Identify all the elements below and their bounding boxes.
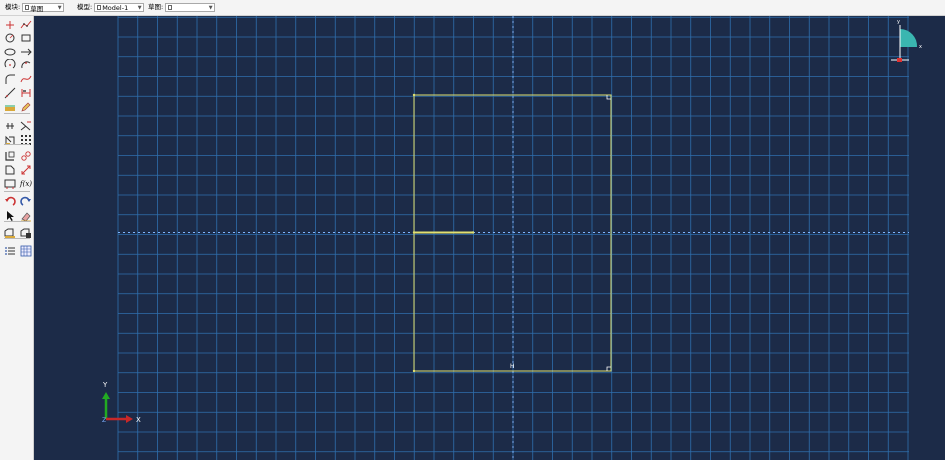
- fx-icon[interactable]: f(x): [20, 178, 32, 190]
- undo-icon[interactable]: [4, 196, 16, 208]
- redo-icon[interactable]: [20, 196, 32, 208]
- sketch-canvas[interactable]: H y x Y X Z: [34, 16, 945, 460]
- triad-y-label: Y: [102, 381, 108, 389]
- dimension-icon[interactable]: [20, 87, 32, 99]
- list-icon[interactable]: [4, 245, 16, 257]
- context-bar: 模块: 草图 ▼ 模型: Model-1 ▼ 草图: ▼: [0, 0, 945, 16]
- sketch-select-icon: [168, 5, 173, 10]
- scale-icon[interactable]: [20, 150, 32, 162]
- stretch-icon[interactable]: [20, 164, 32, 176]
- compass-x-label: x: [919, 44, 922, 50]
- circle-icon[interactable]: [4, 32, 16, 44]
- arc-three-point-icon[interactable]: [20, 59, 32, 71]
- vertex-line-start[interactable]: [412, 231, 416, 234]
- grid-icon[interactable]: [20, 245, 32, 257]
- toolbox-row: [4, 87, 32, 99]
- compass-origin: [897, 58, 902, 62]
- module-select[interactable]: 草图 ▼: [22, 3, 65, 13]
- triad-x-label: X: [136, 416, 141, 424]
- model-label: 模型:: [77, 3, 93, 11]
- fx-label: f(x): [20, 180, 33, 188]
- ellipse-icon[interactable]: [4, 46, 16, 58]
- toolbox-row: [4, 120, 32, 132]
- global-triad: Y X Z: [102, 381, 141, 424]
- toolbox-row: f(x): [4, 178, 32, 190]
- sketch-select[interactable]: ▼: [165, 3, 216, 12]
- module-select-value: 草图: [30, 4, 44, 13]
- compass-quarter: [900, 28, 918, 47]
- constraint-icon[interactable]: [4, 120, 16, 132]
- perpendicular-marker-bottom: [606, 366, 611, 371]
- compass-y-label: y: [897, 19, 900, 25]
- module-field: 模块: 草图 ▼: [5, 3, 65, 13]
- triad-x-arrowhead: [126, 415, 133, 423]
- point-icon[interactable]: [4, 19, 16, 31]
- model-field: 模型: Model-1 ▼: [77, 3, 145, 12]
- perpendicular-marker-top: [606, 95, 611, 100]
- auto-dimension-icon[interactable]: [20, 120, 32, 132]
- edit-icon[interactable]: [20, 101, 32, 113]
- horizontal-constraint-label: H: [510, 363, 515, 370]
- fillet-icon[interactable]: [4, 73, 16, 85]
- module-label: 模块:: [5, 3, 21, 11]
- triad-y-arrowhead: [102, 392, 110, 399]
- chevron-down-icon[interactable]: ▼: [56, 4, 63, 11]
- model-select-icon: [97, 5, 102, 10]
- toolbox-row: [4, 164, 32, 176]
- arc-center-icon[interactable]: [4, 58, 16, 71]
- triad-z-label: Z: [102, 417, 106, 424]
- chevron-down-icon[interactable]: ▼: [136, 4, 143, 11]
- toolbox-row: [4, 46, 32, 58]
- vertex-line-end[interactable]: [471, 231, 475, 234]
- toolbox-row: [4, 245, 32, 257]
- toolbox-row: [4, 150, 32, 162]
- toolbox-row: [4, 73, 32, 85]
- parameter-icon[interactable]: [4, 178, 16, 190]
- view-compass[interactable]: y x: [891, 19, 922, 62]
- spline-points-icon[interactable]: [20, 19, 32, 31]
- toolbox-row: [4, 101, 32, 113]
- toolbox-separator: [4, 191, 30, 192]
- sketch-viewport[interactable]: H y x Y X Z: [34, 16, 945, 460]
- toolbox-row: [4, 196, 32, 208]
- toolbox-row: [4, 19, 32, 31]
- toolbox-separator: [4, 238, 30, 239]
- toolbox-row: [4, 58, 32, 71]
- module-select-icon: [25, 5, 30, 10]
- toolbox-separator: [4, 221, 30, 222]
- model-select-value: Model-1: [102, 3, 129, 12]
- offset-icon[interactable]: [4, 101, 16, 113]
- toolbox-separator: [4, 144, 30, 145]
- copy-icon[interactable]: [4, 150, 16, 162]
- sketch-label: 草图:: [148, 3, 164, 11]
- vertex-bottom-left[interactable]: [412, 369, 416, 373]
- model-select[interactable]: Model-1 ▼: [94, 3, 145, 12]
- line-arrows-icon[interactable]: [20, 46, 32, 58]
- vertex-top-left[interactable]: [412, 93, 416, 97]
- chevron-down-icon[interactable]: ▼: [207, 4, 214, 11]
- sketch-field: 草图: ▼: [148, 3, 216, 12]
- rectangle-icon[interactable]: [20, 32, 32, 44]
- toolbox-separator: [4, 113, 30, 114]
- construction-line-icon[interactable]: [4, 87, 16, 99]
- sketch-toolbox: f(x): [0, 16, 34, 460]
- move-icon[interactable]: [4, 164, 16, 176]
- spline-icon[interactable]: [20, 73, 32, 85]
- toolbox-row: [4, 32, 32, 44]
